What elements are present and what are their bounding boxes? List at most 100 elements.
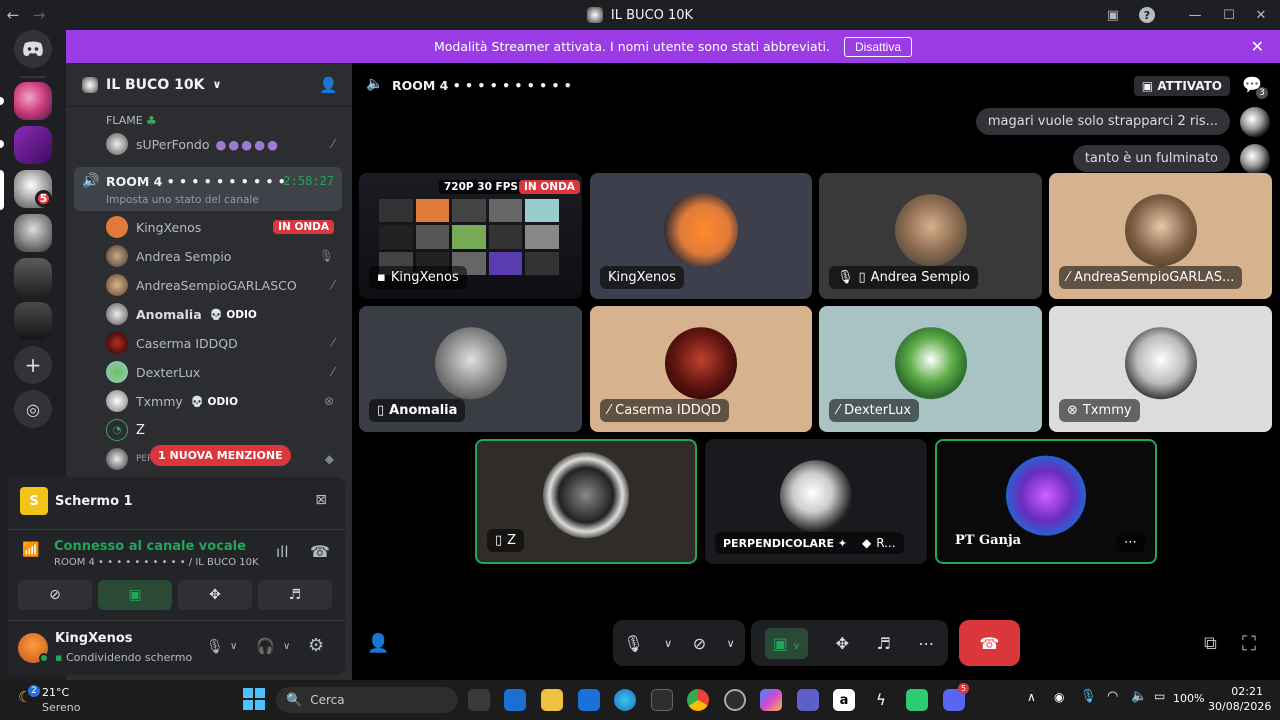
disconnect-icon[interactable]: ☎: [310, 542, 330, 561]
popout-icon[interactable]: ⧉: [1204, 633, 1217, 654]
user-tile[interactable]: 🎙 ▯ Andrea Sempio: [819, 173, 1042, 299]
chevron-down-icon[interactable]: ∨: [283, 641, 290, 652]
server-icon-5[interactable]: [14, 258, 52, 296]
list-item[interactable]: Andrea Sempio 🎙: [74, 242, 342, 270]
voice-location[interactable]: ROOM 4 • • • • • • • • • • / IL BUCO 10K: [54, 557, 259, 568]
wifi-icon[interactable]: ◠: [1107, 689, 1118, 704]
server-header[interactable]: IL BUCO 10K ∨ 👤: [66, 63, 352, 107]
chevron-down-icon[interactable]: ∨: [727, 637, 735, 650]
user-tile[interactable]: ⁄ DexterLux: [819, 306, 1042, 432]
add-server-icon[interactable]: +: [14, 346, 52, 384]
chatgpt-icon[interactable]: [724, 689, 746, 711]
battery-icon[interactable]: ▭: [1154, 689, 1165, 703]
tray-app-icon[interactable]: ◉: [1054, 690, 1064, 704]
stop-stream-icon[interactable]: ⊠: [315, 492, 327, 508]
list-item[interactable]: Txmmy 💀 ODIO ⊗: [74, 387, 342, 415]
forward-arrow-icon[interactable]: →: [26, 6, 52, 24]
minimize-icon[interactable]: —: [1180, 0, 1210, 30]
more-icon[interactable]: ⋯: [918, 634, 934, 653]
mic-muted-icon: ⁄: [837, 403, 840, 418]
chevron-down-icon[interactable]: ∨: [664, 637, 672, 650]
close-icon[interactable]: ✕: [1251, 37, 1264, 56]
list-item[interactable]: KingXenos IN ONDA: [74, 213, 342, 241]
discord-home-icon[interactable]: [14, 30, 52, 68]
soundboard-button[interactable]: ♬: [258, 580, 332, 610]
chevron-down-icon[interactable]: ∨: [230, 641, 237, 652]
user-tile[interactable]: ▯ Z: [475, 439, 697, 564]
file-explorer-icon[interactable]: [541, 689, 563, 711]
mic-icon[interactable]: 🎙: [623, 634, 643, 653]
list-item[interactable]: Caserma IDDQD ⁄: [74, 329, 342, 357]
plant-icon: ♣: [145, 112, 157, 128]
flash-icon[interactable]: ϟ: [870, 689, 892, 711]
invite-icon[interactable]: 👤: [367, 633, 389, 654]
task-view-icon[interactable]: [468, 689, 490, 711]
disable-streamer-button[interactable]: Disattiva: [843, 36, 912, 57]
list-item[interactable]: Anomalia 💀 ODIO: [74, 300, 342, 328]
discover-icon[interactable]: ◎: [14, 390, 52, 428]
mic-icon[interactable]: 🎙: [206, 639, 224, 655]
channel-room[interactable]: 🔊 ROOM 4 • • • • • • • • • • 2:58:27 Imp…: [74, 167, 342, 211]
window-title: IL BUCO 10K: [586, 7, 693, 23]
activities-icon[interactable]: ✥: [836, 634, 849, 653]
avatar: [664, 193, 738, 268]
new-mention-pill[interactable]: 1 NUOVA MENZIONE: [150, 445, 291, 466]
hangup-button[interactable]: ☎: [959, 620, 1020, 666]
outlook-icon[interactable]: [504, 689, 526, 711]
list-item[interactable]: ◔ Z: [74, 416, 342, 444]
user-tile[interactable]: PERPENDICOLARE ✦ ◆ R...: [705, 439, 927, 564]
search-box[interactable]: 🔍 Cerca: [276, 687, 458, 713]
gear-icon[interactable]: ⚙: [308, 635, 324, 656]
list-item[interactable]: DexterLux ⁄: [74, 358, 342, 386]
copilot-icon[interactable]: [760, 689, 782, 711]
close-window-icon[interactable]: ✕: [1246, 0, 1276, 30]
channel-status[interactable]: Imposta uno stato del canale: [106, 194, 259, 206]
chrome-icon[interactable]: [687, 689, 709, 711]
user-tile[interactable]: ▯ Anomalia: [359, 306, 582, 432]
mic-tray-icon[interactable]: 🎙: [1080, 689, 1097, 704]
fullscreen-icon[interactable]: ⛶: [1242, 631, 1256, 655]
server-icon-4[interactable]: [14, 214, 52, 252]
windows-start-icon[interactable]: [243, 688, 265, 710]
signal-icon[interactable]: 📶: [22, 542, 39, 558]
more-options-icon[interactable]: ⋯: [1116, 533, 1145, 552]
server-icon-1[interactable]: [14, 82, 52, 120]
maximize-icon[interactable]: ☐: [1214, 0, 1244, 30]
user-tile[interactable]: KingXenos: [590, 173, 812, 299]
help-icon[interactable]: ?: [1132, 0, 1162, 30]
dropbox-icon[interactable]: [578, 689, 600, 711]
user-tile[interactable]: ⁄ Caserma IDDQD: [590, 306, 812, 432]
server-icon-2[interactable]: [14, 126, 52, 164]
avatar: [106, 332, 128, 354]
camera-off-button[interactable]: ⊘: [18, 580, 92, 610]
clock-time[interactable]: 02:21: [1223, 685, 1263, 698]
user-tile[interactable]: PT Ganja ⋯: [935, 439, 1157, 564]
server-icon-6[interactable]: [14, 302, 52, 340]
noise-suppression-icon[interactable]: ıll: [276, 543, 289, 561]
share-screen-icon[interactable]: ▣ ∨: [764, 627, 809, 659]
inbox-icon[interactable]: ▣: [1098, 0, 1128, 30]
edge-icon[interactable]: [614, 689, 636, 711]
activities-button[interactable]: ✥: [178, 580, 252, 610]
user-tile[interactable]: ⁄ AndreaSempioGARLAS...: [1049, 173, 1272, 299]
volume-icon[interactable]: 🔈: [1131, 689, 1147, 704]
list-item[interactable]: sUPerFondo ●●●●● ⁄: [74, 130, 342, 158]
game-icon[interactable]: [906, 689, 928, 711]
amazon-icon[interactable]: a: [833, 689, 855, 711]
chevron-up-icon[interactable]: ∧: [1027, 690, 1036, 704]
share-screen-button[interactable]: ▣: [98, 580, 172, 610]
stream-tile[interactable]: 720P 30 FPS IN ONDA ▪ KingXenos: [359, 173, 582, 299]
clock-date[interactable]: 30/08/2026: [1208, 700, 1271, 713]
activated-badge[interactable]: ▣ ATTIVATO: [1133, 76, 1230, 96]
chat-icon[interactable]: 💬 3: [1242, 75, 1268, 99]
soundboard-icon[interactable]: ♬: [876, 634, 890, 653]
add-member-icon[interactable]: 👤: [319, 76, 338, 94]
headphones-icon[interactable]: 🎧: [256, 637, 275, 655]
back-arrow-icon[interactable]: ←: [0, 6, 26, 24]
teams-icon[interactable]: [797, 689, 819, 711]
live-badge: IN ONDA: [273, 220, 334, 234]
store-icon[interactable]: [651, 689, 673, 711]
user-tile[interactable]: ⊗ Txmmy: [1049, 306, 1272, 432]
list-item[interactable]: AndreaSempioGARLASCO ⁄: [74, 271, 342, 299]
camera-off-icon[interactable]: ⊘: [693, 634, 706, 653]
